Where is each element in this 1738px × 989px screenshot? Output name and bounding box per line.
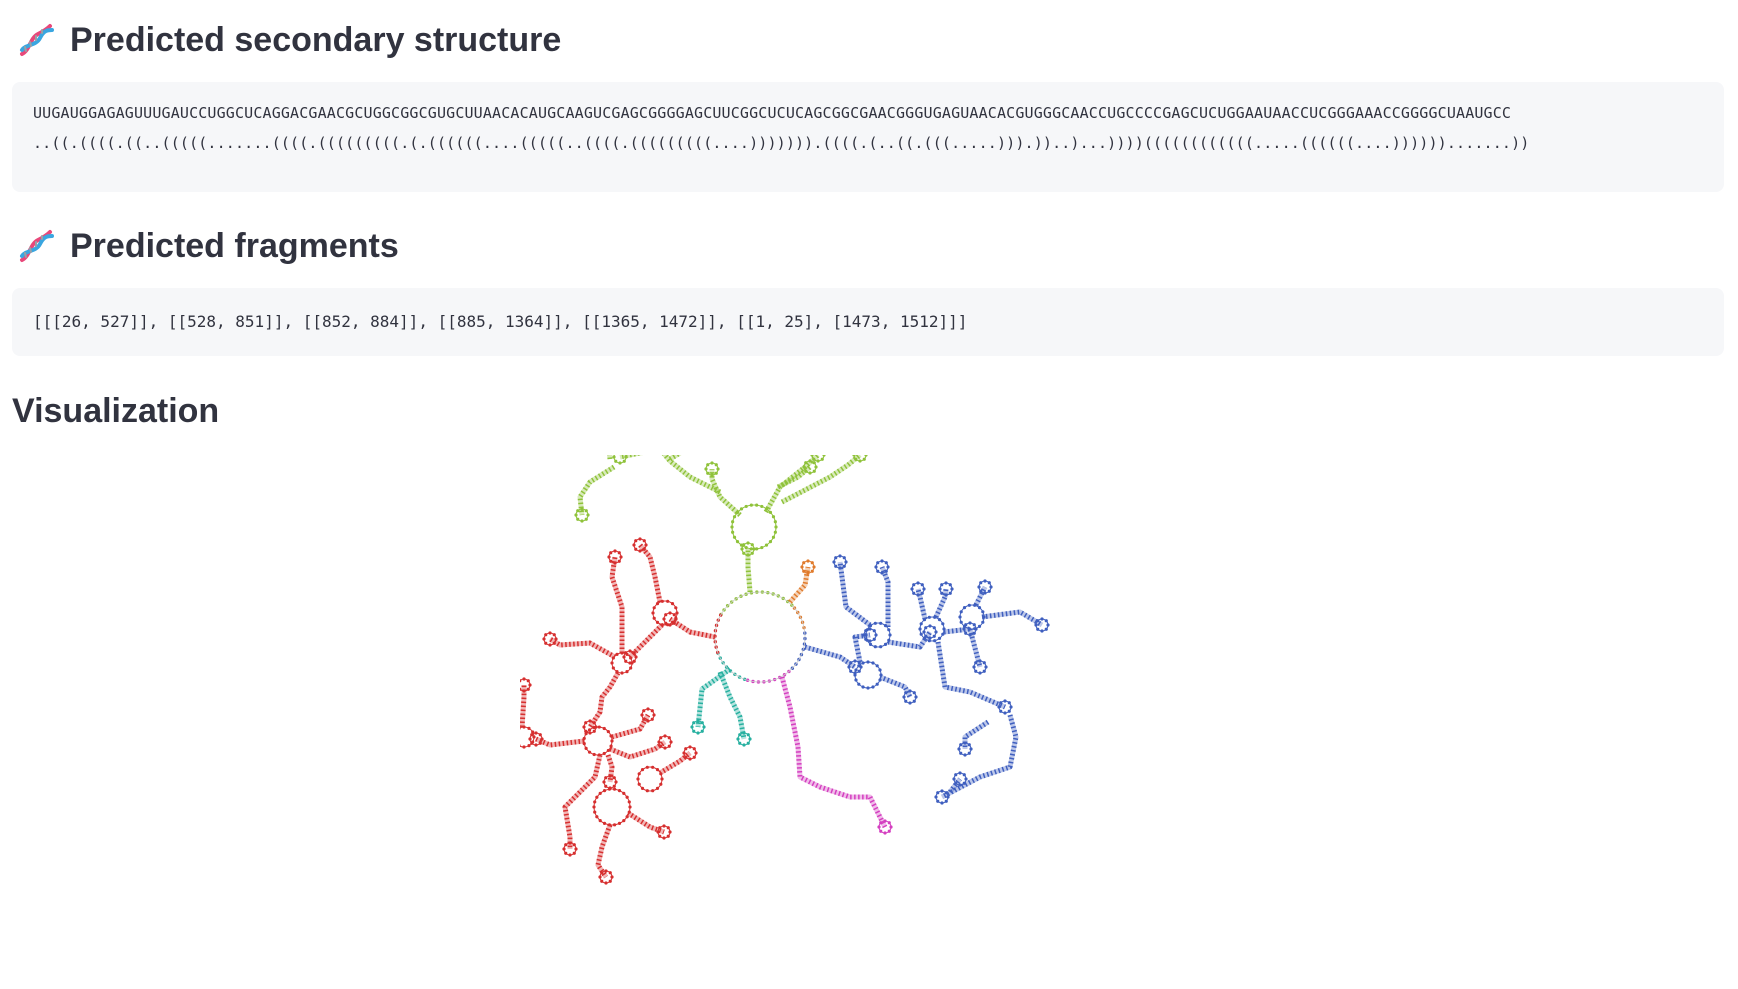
stem (595, 824, 613, 879)
visualization-title: Visualization (12, 392, 220, 430)
stem (763, 455, 820, 514)
stem (638, 543, 663, 603)
structure-code-block[interactable]: UUGAUGGAGAGUUUGAUCCUGGCUCAGGACGAACGCUGGC… (12, 82, 1724, 192)
stem (609, 739, 667, 760)
loop (520, 725, 536, 749)
stem (943, 626, 971, 635)
stem (879, 566, 891, 627)
stem (668, 616, 716, 640)
fragments-code-block[interactable]: [[[26, 527]], [[528, 851]], [[852, 884]]… (12, 288, 1724, 356)
stem (607, 455, 613, 460)
sequence-text: UUGAUGGAGAGUUUGAUCCUGGCUCAGGACGAACGCUGGC… (33, 104, 1512, 122)
loop (636, 765, 664, 793)
loop (918, 615, 946, 643)
stem (935, 641, 1006, 710)
structure-heading: Predicted secondary structure (16, 20, 561, 60)
stem (577, 464, 616, 516)
stem (587, 671, 621, 729)
dna-icon (20, 230, 54, 262)
stem (548, 636, 617, 660)
dna-icon (20, 24, 54, 56)
fragments-title: Predicted fragments (70, 226, 399, 265)
stem (695, 666, 732, 728)
stem (609, 556, 625, 653)
visualization-heading: Visualization (12, 392, 219, 431)
rna-structure-diagram (520, 455, 1050, 885)
loop (592, 787, 632, 827)
fragments-text: [[[26, 527]], [[528, 851]], [[852, 884]]… (33, 312, 968, 331)
structure-title: Predicted secondary structure (70, 20, 562, 59)
stem (837, 561, 872, 627)
dotbracket-text: ..((.((((.((..(((((.......((((.(((((((((… (33, 134, 1530, 152)
stem (804, 644, 857, 670)
stem (619, 455, 722, 495)
stem (717, 671, 747, 740)
stem (981, 609, 1044, 628)
stem (668, 455, 682, 462)
loop (853, 660, 883, 690)
stem (605, 754, 615, 783)
stem (779, 676, 888, 829)
loop (958, 603, 986, 631)
fragments-heading: Predicted fragments (16, 226, 399, 266)
loop (582, 725, 614, 757)
